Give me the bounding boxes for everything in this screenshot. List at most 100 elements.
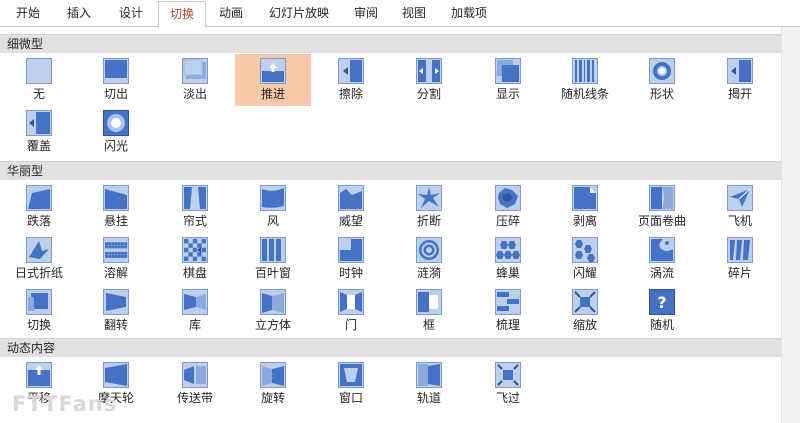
transition-label: 切换 [26, 318, 51, 332]
transition-conveyor[interactable]: 传送带 [157, 358, 233, 410]
transition-orbit[interactable]: 轨道 [391, 358, 467, 410]
transition-checkerboard[interactable]: 棋盘 [157, 233, 233, 285]
fracture-icon [416, 185, 442, 211]
transition-cover[interactable]: 覆盖 [1, 106, 77, 158]
transition-label: 推进 [260, 87, 285, 101]
tab-6[interactable]: 幻灯片放映 [259, 0, 339, 27]
transition-ripple[interactable]: 涟漪 [391, 233, 467, 285]
transition-cut[interactable]: 切出 [78, 54, 154, 106]
tab-3[interactable]: 设计 [110, 0, 152, 27]
transition-fly-through[interactable]: 飞过 [470, 358, 546, 410]
transition-zoom[interactable]: 缩放 [547, 285, 623, 337]
curtains-icon [182, 185, 208, 211]
transition-page-curl[interactable]: 页面卷曲 [624, 181, 700, 233]
transition-honeycomb[interactable]: 蜂巢 [470, 233, 546, 285]
transition-push[interactable]: 推进 [235, 54, 311, 106]
transition-rotate[interactable]: 旋转 [235, 358, 311, 410]
transition-label: 形状 [649, 87, 674, 101]
shape-icon [649, 58, 675, 84]
transition-glitter[interactable]: 闪耀 [547, 233, 623, 285]
transition-crush[interactable]: 压碎 [470, 181, 546, 233]
fall-over-icon [26, 185, 52, 211]
reveal-icon [495, 58, 521, 84]
transition-split[interactable]: 分割 [391, 54, 467, 106]
transition-blinds[interactable]: 百叶窗 [235, 233, 311, 285]
transition-cube[interactable]: 立方体 [235, 285, 311, 337]
tab-9[interactable]: 加载项 [445, 0, 493, 27]
crush-icon [495, 185, 521, 211]
cover-icon [26, 110, 52, 136]
transition-window[interactable]: 窗口 [313, 358, 389, 410]
transition-reveal[interactable]: 显示 [470, 54, 546, 106]
transition-flash[interactable]: 闪光 [78, 106, 154, 158]
transition-curtains[interactable]: 帘式 [157, 181, 233, 233]
transition-random[interactable]: ? 随机 [624, 285, 700, 337]
transition-airplane[interactable]: 飞机 [702, 181, 778, 233]
transition-label: 涟漪 [416, 266, 441, 280]
transition-peel-off[interactable]: 剥离 [547, 181, 623, 233]
transition-none[interactable]: 无 [1, 54, 77, 106]
orbit-icon [416, 362, 442, 388]
random-icon: ? [649, 289, 675, 315]
transition-doors[interactable]: 门 [313, 285, 389, 337]
transition-fracture[interactable]: 折断 [391, 181, 467, 233]
transition-label: 棋盘 [182, 266, 207, 280]
transition-label: 折断 [416, 214, 441, 228]
transition-origami[interactable]: 日式折纸 [1, 233, 77, 285]
transition-dissolve[interactable]: 溶解 [78, 233, 154, 285]
transition-label: 随机线条 [560, 87, 609, 101]
transition-label: 切出 [103, 87, 128, 101]
tab-4[interactable]: 切换 [158, 1, 206, 28]
section-header-2: 华丽型 [0, 161, 781, 180]
checkerboard-icon [182, 237, 208, 263]
tab-1[interactable]: 开始 [8, 0, 48, 27]
transition-label: 帘式 [182, 214, 207, 228]
dissolve-icon [103, 237, 129, 263]
transition-label: 无 [32, 87, 45, 101]
transition-gallery: 细微型无 切出 淡出 推进 擦除 分割 显示 随机线条 形状 揭开 覆盖 闪光 华丽型 跌落 悬挂 帘式 风 威望… [0, 28, 800, 423]
cube-icon [260, 289, 286, 315]
transition-clock[interactable]: 时钟 [313, 233, 389, 285]
gallery-icon [182, 289, 208, 315]
transition-label: 剥离 [572, 214, 597, 228]
transition-label: 溶解 [103, 266, 128, 280]
box-icon [416, 289, 442, 315]
transition-label: 传送带 [176, 391, 213, 405]
comb-icon [495, 289, 521, 315]
transition-label: 蜂巢 [495, 266, 520, 280]
transition-vortex[interactable]: 涡流 [624, 233, 700, 285]
transition-prestige[interactable]: 威望 [313, 181, 389, 233]
peel-off-icon [572, 185, 598, 211]
transition-label: 分割 [416, 87, 441, 101]
tab-2[interactable]: 插入 [58, 0, 100, 27]
transition-wind[interactable]: 风 [235, 181, 311, 233]
tab-8[interactable]: 视图 [393, 0, 435, 27]
window-icon [338, 362, 364, 388]
wind-icon [260, 185, 286, 211]
push-icon [260, 58, 286, 84]
uncover-icon [727, 58, 753, 84]
ripple-icon [416, 237, 442, 263]
transition-random-bars[interactable]: 随机线条 [547, 54, 623, 106]
transition-shred[interactable]: 碎片 [702, 233, 778, 285]
transition-label: 随机 [649, 318, 674, 332]
transition-drape[interactable]: 悬挂 [78, 181, 154, 233]
prestige-icon [338, 185, 364, 211]
transition-comb[interactable]: 梳理 [470, 285, 546, 337]
transition-switch[interactable]: 切换 [1, 285, 77, 337]
transition-gallery[interactable]: 库 [157, 285, 233, 337]
transition-wipe[interactable]: 擦除 [313, 54, 389, 106]
transition-fall-over[interactable]: 跌落 [1, 181, 77, 233]
tab-7[interactable]: 审阅 [345, 0, 387, 27]
transition-label: 缩放 [572, 318, 597, 332]
transition-flip[interactable]: 翻转 [78, 285, 154, 337]
transition-shape[interactable]: 形状 [624, 54, 700, 106]
transition-fade[interactable]: 淡出 [157, 54, 233, 106]
random-bars-icon [572, 58, 598, 84]
ribbon-tab-bar: 开始 插入 设计 切换 动画 幻灯片放映 审阅 视图 加载项 [0, 0, 800, 28]
page-curl-icon [649, 185, 675, 211]
transition-uncover[interactable]: 揭开 [702, 54, 778, 106]
tab-5[interactable]: 动画 [210, 0, 252, 27]
gallery-scrollbar[interactable] [781, 27, 800, 423]
transition-box[interactable]: 框 [391, 285, 467, 337]
